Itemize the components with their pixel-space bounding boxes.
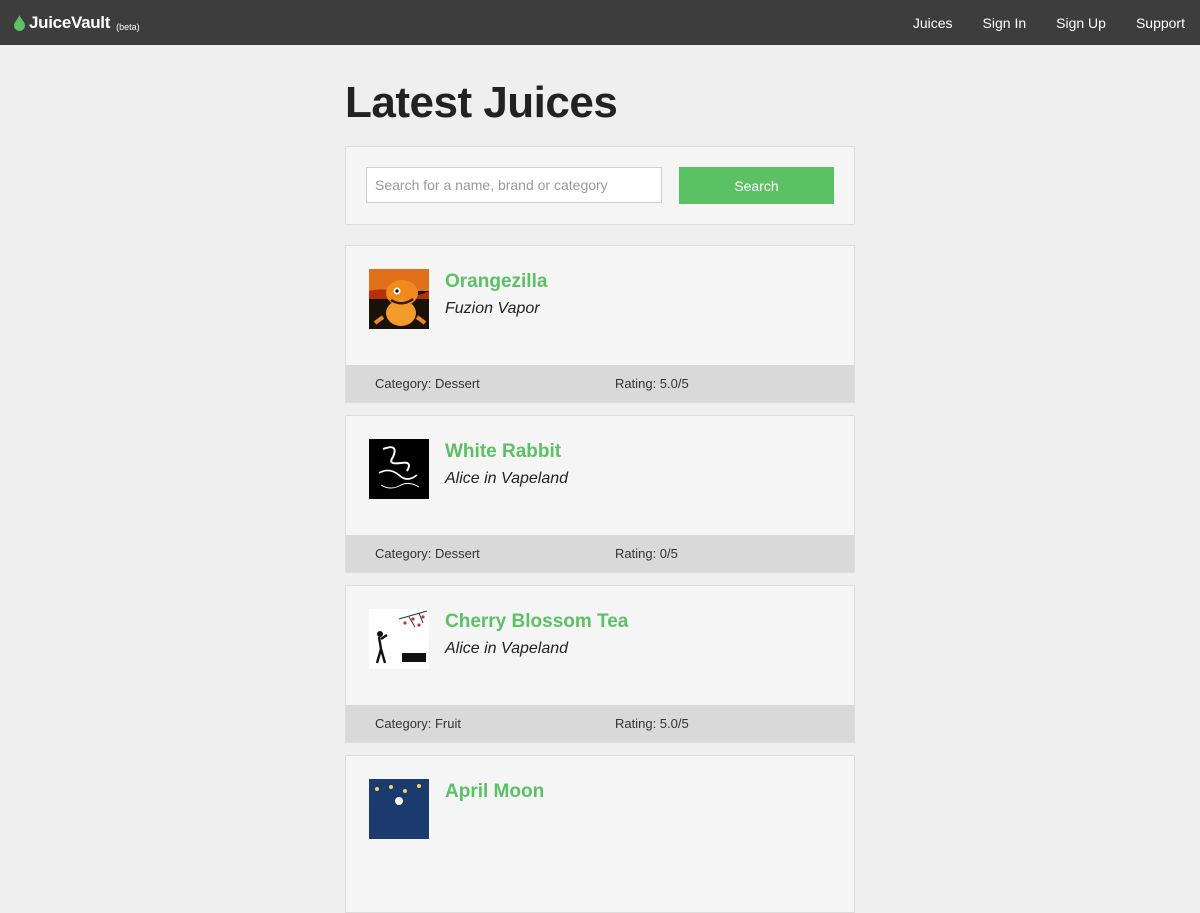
nav-links: Juices Sign In Sign Up Support <box>883 0 1185 45</box>
search-panel: Search <box>345 146 855 225</box>
juice-card: White Rabbit Alice in Vapeland Category:… <box>345 415 855 573</box>
juice-name-link[interactable]: Orangezilla <box>445 271 547 293</box>
droplet-icon <box>14 14 25 31</box>
page-title: Latest Juices <box>345 78 618 127</box>
juice-brand: Fuzion Vapor <box>445 300 540 317</box>
juice-rating: Rating: 5.0/5 <box>615 716 689 731</box>
juice-name-link[interactable]: Cherry Blossom Tea <box>445 611 628 633</box>
juice-category: Category: Fruit <box>375 716 461 731</box>
white-rabbit-icon[interactable] <box>369 439 429 499</box>
juice-brand: Alice in Vapeland <box>445 640 569 657</box>
nav-link-sign-in[interactable]: Sign In <box>983 15 1027 31</box>
juice-brand: Alice in Vapeland <box>445 470 569 487</box>
beta-tag: (beta) <box>116 21 140 32</box>
search-button[interactable]: Search <box>679 167 834 204</box>
card-footer: Category: Dessert Rating: 5.0/5 <box>346 365 854 402</box>
juice-category: Category: Dessert <box>375 546 480 561</box>
card-footer: Category: Dessert Rating: 0/5 <box>346 535 854 572</box>
brand-logo-link[interactable]: JuiceVault (beta) <box>14 0 140 45</box>
starry-night-icon[interactable] <box>369 779 429 839</box>
card-footer: Category: Fruit Rating: 5.0/5 <box>346 705 854 742</box>
juice-card: Orangezilla Fuzion Vapor Category: Desse… <box>345 245 855 403</box>
juice-category: Category: Dessert <box>375 376 480 391</box>
nav-link-support[interactable]: Support <box>1136 15 1185 31</box>
juice-card: Cherry Blossom Tea Alice in Vapeland Cat… <box>345 585 855 743</box>
cherry-blossom-icon[interactable] <box>369 609 429 669</box>
juice-name-link[interactable]: White Rabbit <box>445 441 561 463</box>
search-input[interactable] <box>366 167 662 203</box>
juice-card: April Moon <box>345 755 855 913</box>
juice-rating: Rating: 5.0/5 <box>615 376 689 391</box>
orange-monster-icon[interactable] <box>369 269 429 329</box>
juice-rating: Rating: 0/5 <box>615 546 678 561</box>
nav-link-juices[interactable]: Juices <box>913 15 953 31</box>
top-navbar: JuiceVault (beta) Juices Sign In Sign Up… <box>0 0 1200 45</box>
nav-link-sign-up[interactable]: Sign Up <box>1056 15 1106 31</box>
brand-name: JuiceVault <box>29 12 111 32</box>
